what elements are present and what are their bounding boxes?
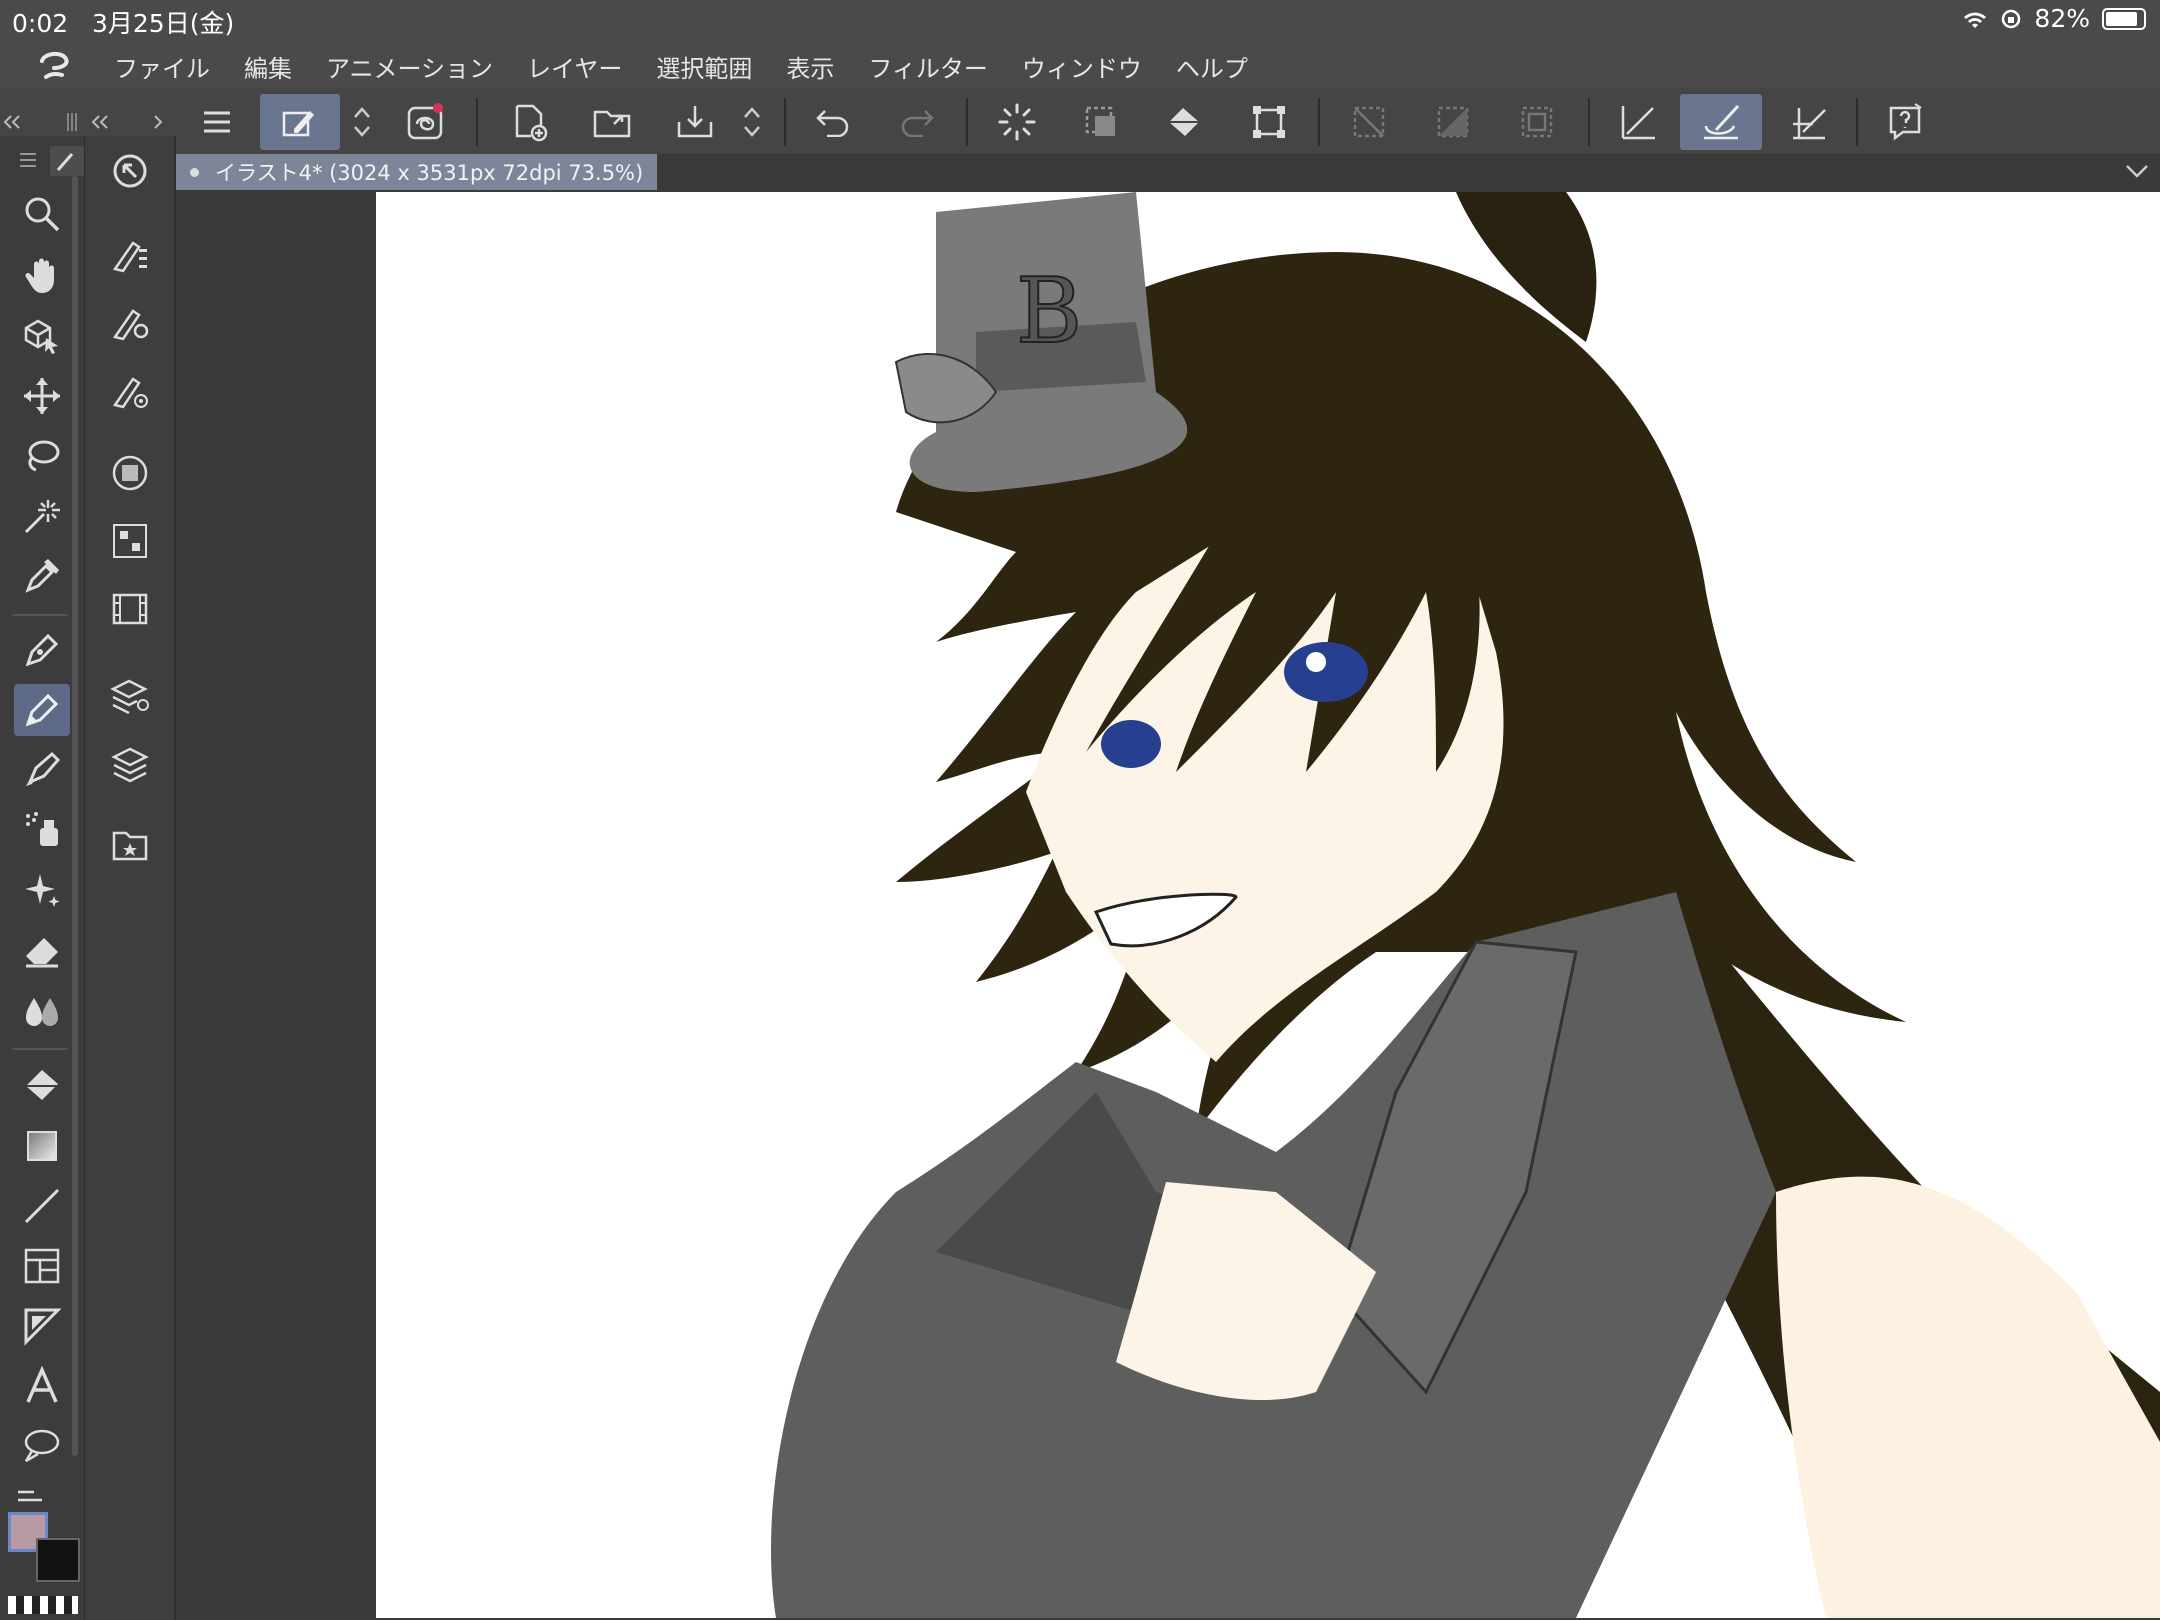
menu-layer[interactable]: レイヤー — [527, 49, 622, 84]
palette-menu-icon[interactable] — [10, 146, 46, 174]
rotation-lock-icon — [2000, 8, 2022, 30]
color-circle-icon[interactable] — [100, 446, 160, 500]
save-options-icon[interactable] — [730, 94, 774, 150]
sub-tool-column — [84, 136, 175, 1620]
brush-icon[interactable] — [14, 744, 70, 796]
timeline-icon[interactable] — [100, 582, 160, 636]
app-logo-icon[interactable] — [34, 46, 74, 86]
command-bar — [0, 88, 2160, 155]
toolbar-separator — [1856, 98, 1858, 146]
transparent-color-swatch[interactable] — [8, 1596, 78, 1614]
material-icon[interactable] — [100, 818, 160, 872]
move-icon[interactable] — [14, 370, 70, 422]
status-right: 82% — [1962, 4, 2146, 33]
sub-tool-list-icon[interactable] — [100, 228, 160, 282]
correction-line-icon[interactable] — [14, 1478, 54, 1508]
help-icon[interactable] — [1876, 94, 1934, 150]
fill-icon[interactable] — [14, 1060, 70, 1112]
menu-view[interactable]: 表示 — [786, 49, 834, 84]
text-icon[interactable] — [14, 1360, 70, 1412]
tool-scrollbar[interactable] — [72, 176, 78, 1456]
status-date: 3月25日(金) — [91, 9, 235, 38]
expand-selection-icon[interactable] — [1508, 94, 1566, 150]
grid-snap-icon[interactable] — [1780, 94, 1838, 150]
undo-icon[interactable] — [804, 94, 862, 150]
save-icon[interactable] — [666, 94, 724, 150]
menu-file[interactable]: ファイル — [114, 49, 210, 84]
edit-mode-icon[interactable] — [260, 94, 340, 150]
deselect-icon[interactable] — [1340, 94, 1398, 150]
object-icon[interactable] — [14, 310, 70, 362]
document-tab-label: イラスト4* (3024 x 3531px 72dpi 73.5%) — [215, 161, 644, 185]
ruler-snap-icon[interactable] — [1610, 94, 1668, 150]
gradient-icon[interactable] — [14, 1120, 70, 1172]
canvas-tab-bar: イラスト4* (3024 x 3531px 72dpi 73.5%) — [176, 154, 2160, 190]
menu-help[interactable]: ヘルプ — [1176, 49, 1248, 84]
menu-items: ファイル 編集 アニメーション レイヤー 選択範囲 表示 フィルター ウィンドウ… — [114, 49, 1282, 84]
sub-color-swatch[interactable] — [36, 1538, 80, 1582]
hand-icon[interactable] — [14, 250, 70, 302]
menu-animation[interactable]: アニメーション — [326, 49, 493, 84]
ruler-icon[interactable] — [14, 1300, 70, 1352]
layer-property-icon[interactable] — [100, 668, 160, 722]
balloon-icon[interactable] — [14, 1420, 70, 1472]
eraser-icon[interactable] — [14, 924, 70, 976]
toolbar-separator — [966, 98, 968, 146]
decoration-icon[interactable] — [14, 864, 70, 916]
pencil-icon[interactable] — [14, 684, 70, 736]
sub-tool-reset-icon[interactable] — [100, 144, 160, 198]
unsaved-dot-icon — [190, 167, 199, 177]
menu-window[interactable]: ウィンドウ — [1022, 49, 1142, 84]
invert-selection-icon[interactable] — [1424, 94, 1482, 150]
layers-icon[interactable] — [100, 736, 160, 790]
tool-property-icon[interactable] — [100, 296, 160, 350]
palette-brush-tab-icon[interactable] — [50, 146, 84, 176]
toolbar-separator — [784, 98, 786, 146]
fill-bucket-icon[interactable] — [1156, 94, 1214, 150]
document-tab[interactable]: イラスト4* (3024 x 3531px 72dpi 73.5%) — [176, 154, 658, 190]
eyedropper-icon[interactable] — [14, 550, 70, 602]
loading-spinner-icon[interactable] — [988, 94, 1046, 150]
illustration-artwork: B — [771, 192, 2160, 1618]
toolbar-separator — [1318, 98, 1320, 146]
blend-icon[interactable] — [14, 984, 70, 1036]
line-icon[interactable] — [14, 1180, 70, 1232]
toolbar-separator — [476, 98, 478, 146]
menu-selection[interactable]: 選択範囲 — [656, 49, 752, 84]
wifi-icon — [1962, 8, 1988, 30]
color-set-icon[interactable] — [100, 514, 160, 568]
tab-dropdown-icon[interactable] — [2124, 162, 2150, 180]
toolbar-separator — [1588, 98, 1590, 146]
select-all-icon[interactable] — [1072, 94, 1130, 150]
drawing-canvas[interactable]: B — [376, 192, 2160, 1618]
pen-icon[interactable] — [14, 624, 70, 676]
zoom-icon[interactable] — [14, 188, 70, 240]
lasso-select-icon[interactable] — [14, 430, 70, 482]
open-file-icon[interactable] — [584, 94, 642, 150]
companion-mode-icon[interactable] — [396, 94, 454, 150]
status-time: 0:02 3月25日(金) — [12, 9, 235, 38]
battery-percent: 82% — [2034, 4, 2090, 33]
tool-divider — [12, 614, 68, 616]
redo-icon[interactable] — [888, 94, 946, 150]
menu-bar: ファイル 編集 アニメーション レイヤー 選択範囲 表示 フィルター ウィンドウ… — [0, 44, 2160, 88]
menu-filter[interactable]: フィルター — [868, 49, 988, 84]
battery-icon — [2102, 7, 2146, 30]
frame-icon[interactable] — [14, 1240, 70, 1292]
mode-toggle-icon[interactable] — [340, 94, 384, 150]
tool-divider — [12, 1048, 68, 1050]
transform-icon[interactable] — [1240, 94, 1298, 150]
brush-size-icon[interactable] — [100, 364, 160, 418]
special-ruler-snap-icon[interactable] — [1680, 94, 1762, 150]
magic-wand-icon[interactable] — [14, 490, 70, 542]
hamburger-menu-icon[interactable] — [188, 94, 246, 150]
new-canvas-icon[interactable] — [500, 94, 558, 150]
svg-text:B: B — [1016, 259, 1082, 364]
menu-edit[interactable]: 編集 — [244, 49, 292, 84]
airbrush-icon[interactable] — [14, 804, 70, 856]
